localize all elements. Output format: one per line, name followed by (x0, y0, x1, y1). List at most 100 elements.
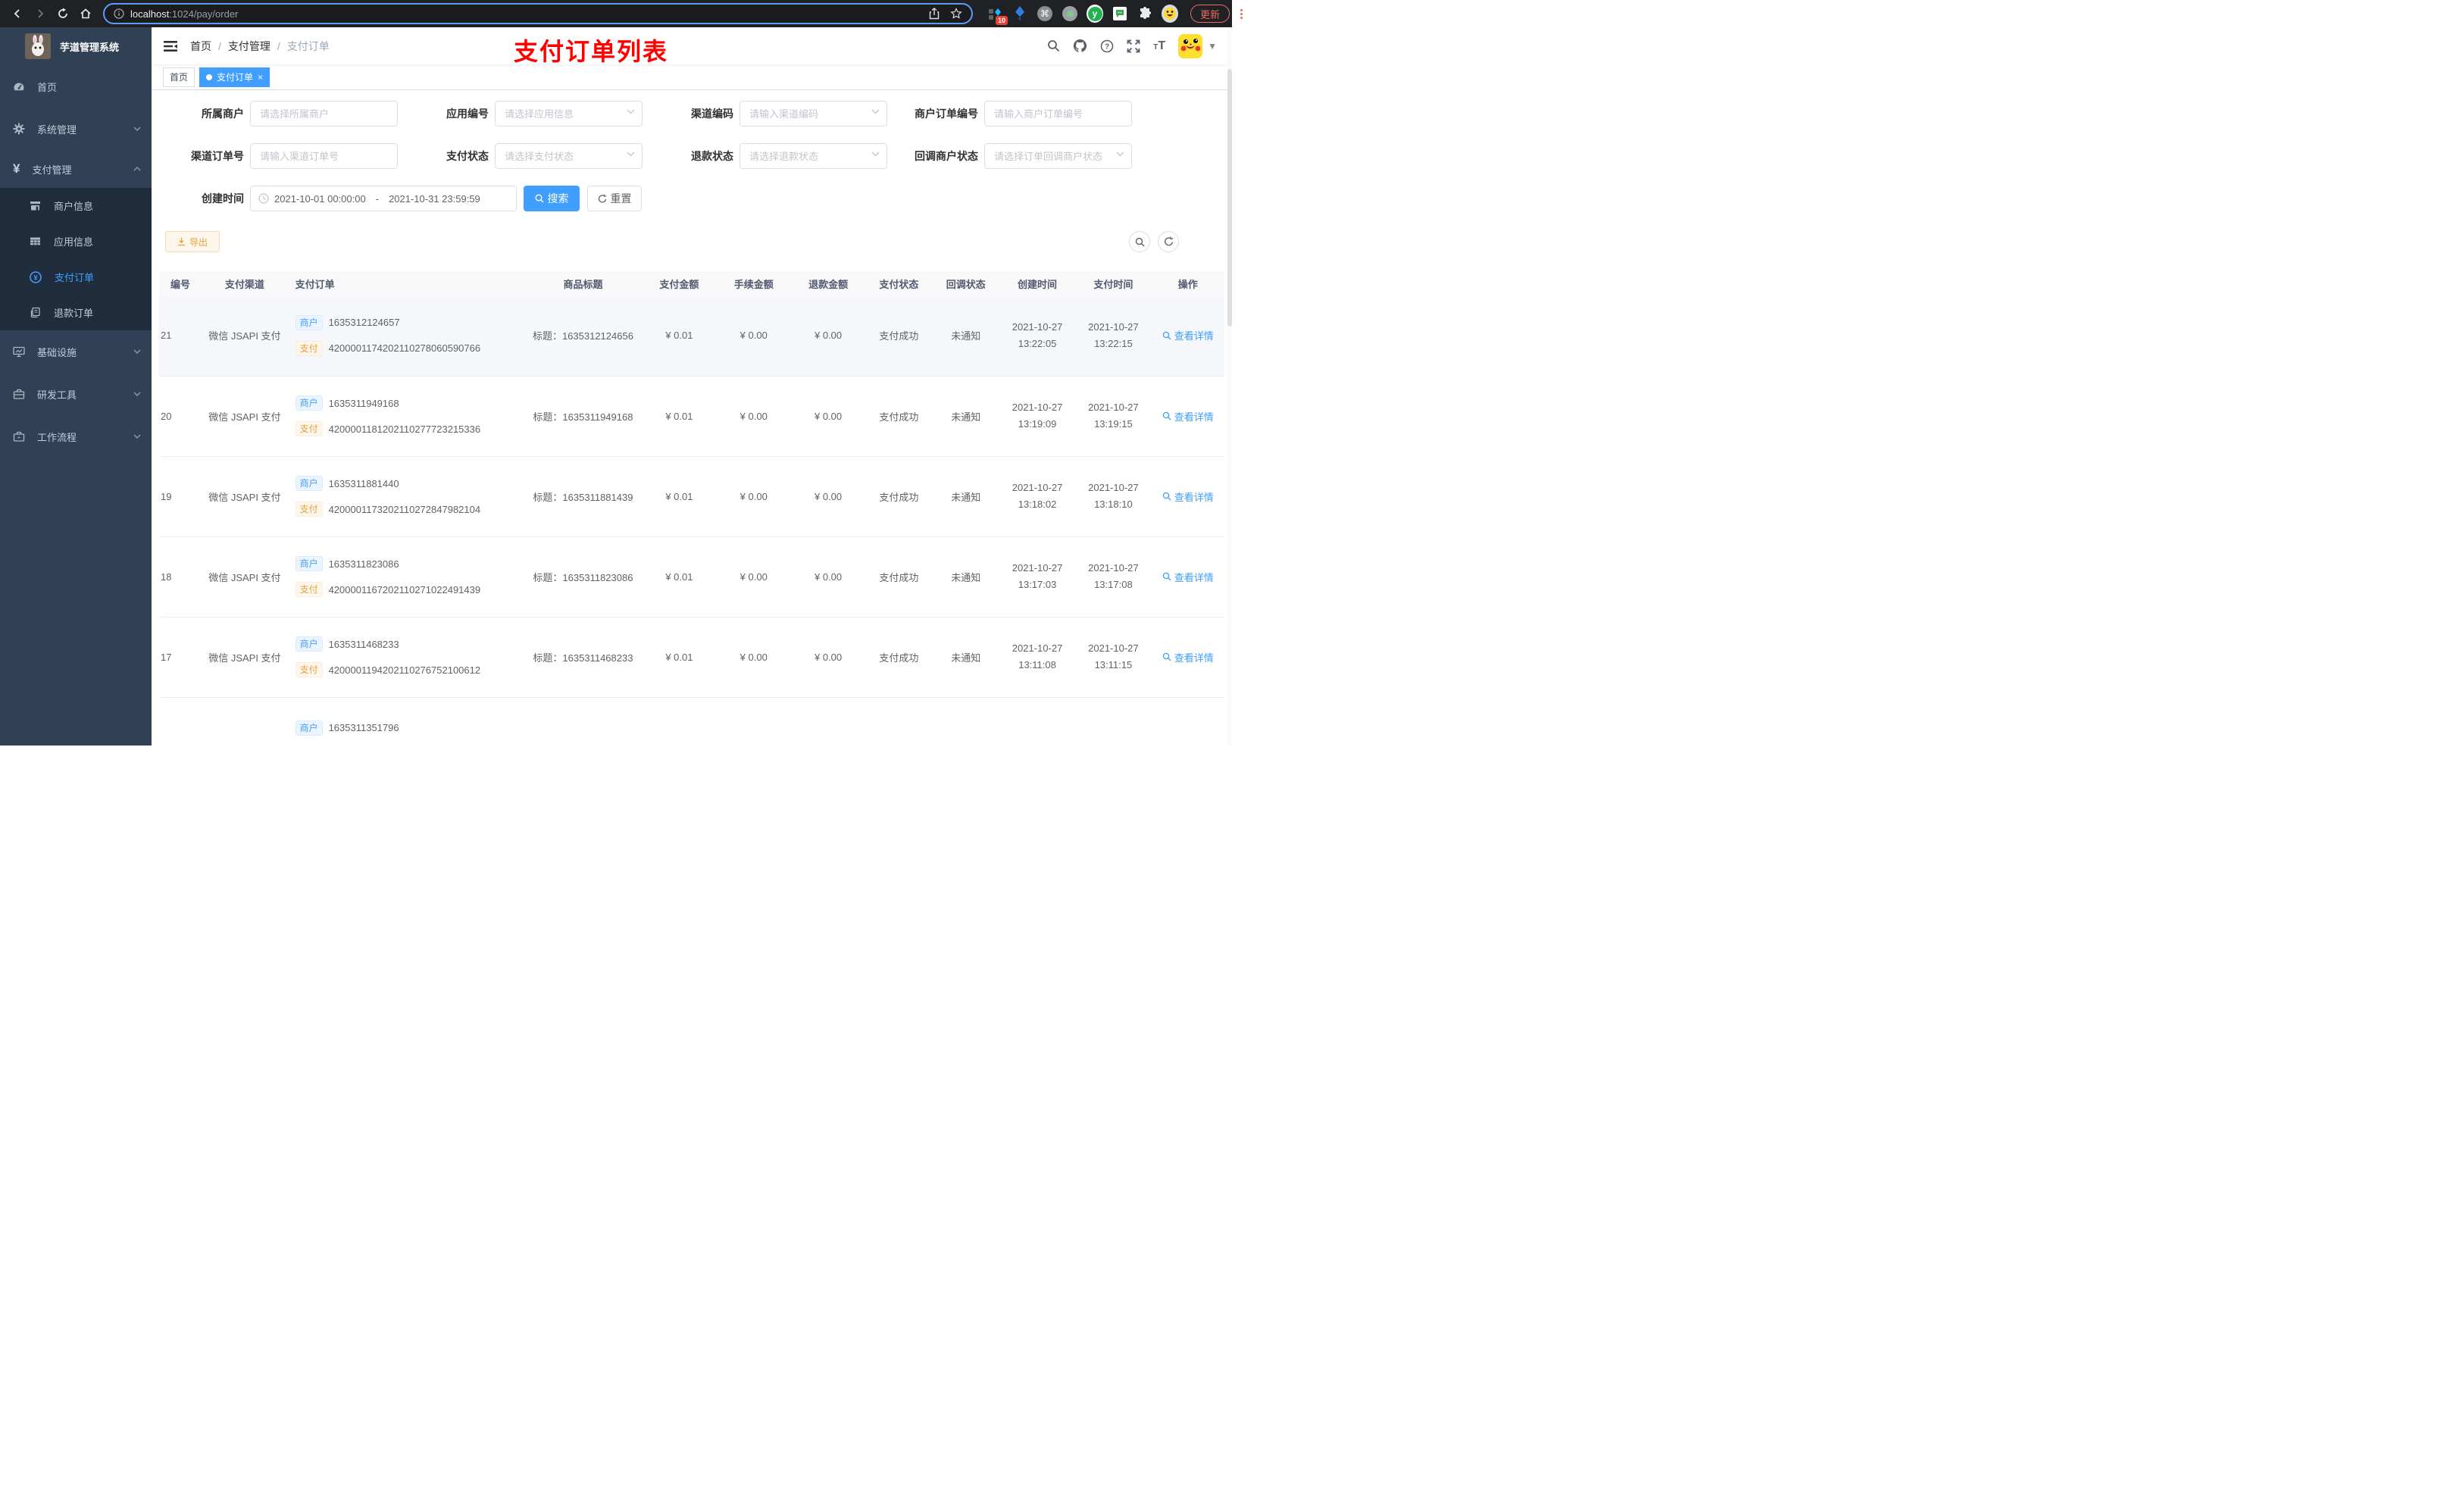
dashboard-icon (13, 80, 25, 92)
table-row[interactable]: 21 微信 JSAPI 支付 商户 1635312124657 支付 42000… (159, 295, 1224, 377)
create-time-range-picker[interactable]: 2021-10-01 00:00:00 - 2021-10-31 23:59:5… (250, 186, 517, 211)
channel-order-no-input[interactable] (250, 143, 398, 169)
command-extension-icon[interactable]: ⌘ (1037, 5, 1053, 22)
dot-extension-icon[interactable] (1062, 5, 1078, 22)
tab-home[interactable]: 首页 (163, 67, 195, 87)
table-row-partial[interactable]: 商户 1635311351796 (159, 697, 1224, 746)
pay-status-select[interactable] (495, 143, 643, 169)
view-detail-link[interactable]: 查看详情 (1162, 328, 1214, 342)
reset-button[interactable]: 重置 (587, 186, 642, 211)
search-button[interactable]: 搜索 (524, 186, 580, 211)
yen-icon: ¥ (13, 161, 20, 176)
table-row[interactable]: 18 微信 JSAPI 支付 商户 1635311823086 支付 42000… (159, 536, 1224, 617)
font-size-icon[interactable]: TT (1153, 39, 1165, 53)
search-icon (1162, 411, 1171, 420)
y-extension-icon[interactable]: y (1087, 5, 1103, 23)
help-icon[interactable]: ? (1100, 39, 1114, 53)
table-row[interactable]: 19 微信 JSAPI 支付 商户 1635311881440 支付 42000… (159, 456, 1224, 537)
browser-menu-icon[interactable] (1240, 8, 1243, 19)
pay-status: 支付成功 (865, 456, 933, 537)
share-icon[interactable] (929, 8, 940, 20)
sidebar-item-refund-order[interactable]: 退款订单 (0, 295, 152, 330)
bookmark-star-icon[interactable] (950, 8, 962, 20)
date-end: 2021-10-31 23:59:59 (389, 192, 480, 205)
view-detail-link[interactable]: 查看详情 (1162, 650, 1214, 664)
filter-refund-status: 退款状态 (655, 143, 899, 169)
view-detail-link[interactable]: 查看详情 (1162, 409, 1214, 424)
view-detail-link[interactable]: 查看详情 (1162, 570, 1214, 584)
scrollbar-thumb[interactable] (1227, 69, 1232, 327)
channel-pay-no: 4200001167202110271022491439 (328, 583, 481, 595)
table-row[interactable]: 20 微信 JSAPI 支付 商户 1635311949168 支付 42000… (159, 376, 1224, 457)
app-id-select[interactable] (495, 101, 643, 127)
breadcrumb-home[interactable]: 首页 (190, 39, 211, 54)
notify-status-select[interactable] (984, 143, 1132, 169)
breadcrumb-payment[interactable]: 支付管理 (228, 39, 270, 54)
app-logo[interactable]: 芋道管理系统 (0, 27, 152, 65)
address-bar[interactable]: localhost:1024/pay/order (103, 3, 973, 24)
pay-tag: 支付 (295, 340, 323, 356)
home-icon[interactable] (76, 4, 95, 23)
merchant-input[interactable] (250, 101, 398, 127)
pay-amount: ¥ 0.01 (642, 456, 717, 537)
merchant-tag: 商户 (295, 476, 323, 491)
pay-amount: ¥ 0.01 (642, 617, 717, 698)
sidebar-item-merchant-info[interactable]: 商户信息 (0, 188, 152, 223)
profile-emoji-icon[interactable] (1162, 5, 1178, 23)
date-start: 2021-10-01 00:00:00 (274, 192, 366, 205)
channel-code-select[interactable] (740, 101, 887, 127)
sidebar-item-app-info[interactable]: 应用信息 (0, 223, 152, 259)
browser-update-button[interactable]: 更新 (1190, 5, 1230, 23)
vertical-scrollbar[interactable] (1227, 27, 1232, 746)
goods-title: 标题：1635311881439 (524, 456, 643, 537)
fullscreen-icon[interactable] (1127, 39, 1140, 53)
refund-amount: ¥ 0.00 (790, 376, 866, 457)
pay-tag: 支付 (295, 421, 323, 436)
refund-status-select[interactable] (740, 143, 887, 169)
monitor-icon (13, 346, 25, 358)
fee-amount: ¥ 0.00 (716, 536, 791, 617)
sidebar-toggle-icon[interactable] (163, 39, 178, 54)
chat-extension-icon[interactable] (1112, 5, 1128, 22)
filter-row-2: 渠道订单号 支付状态 退款状态 回调商户状态 (165, 143, 1224, 169)
merchant-order-no-input[interactable] (984, 101, 1132, 127)
github-icon[interactable] (1073, 39, 1087, 53)
sidebar-item-pay-order[interactable]: ¥ 支付订单 (0, 259, 152, 295)
tab-pay-order[interactable]: 支付订单 × (199, 67, 270, 87)
site-info-icon[interactable] (114, 8, 124, 19)
table-row[interactable]: 17 微信 JSAPI 支付 商户 1635311468233 支付 42000… (159, 617, 1224, 698)
search-icon (1162, 492, 1171, 501)
pay-amount: ¥ 0.01 (642, 376, 717, 457)
filter-pay-status: 支付状态 (410, 143, 655, 169)
back-icon[interactable] (8, 4, 27, 23)
extension-grid-icon[interactable]: 10 (987, 5, 1008, 25)
chevron-down-icon (133, 349, 141, 354)
pay-order-table: 编号 支付渠道 支付订单 商品标题 支付金额 手续金额 退款金额 支付状态 回调… (159, 271, 1224, 746)
search-icon[interactable] (1047, 39, 1060, 52)
extension-badge: 10 (995, 16, 1008, 25)
notify-status: 未通知 (932, 536, 999, 617)
sidebar-item-infrastructure[interactable]: 基础设施 (0, 330, 152, 373)
avatar-pikachu-image (1178, 33, 1203, 58)
sidebar-item-payment[interactable]: ¥ 支付管理 (0, 150, 152, 188)
svg-text:¥: ¥ (33, 274, 37, 281)
sidebar-item-dev-tools[interactable]: 研发工具 (0, 373, 152, 415)
search-icon (1162, 572, 1171, 581)
export-button[interactable]: 导出 (165, 231, 220, 252)
sidebar-item-home[interactable]: 首页 (0, 65, 152, 108)
refresh-table-button[interactable] (1158, 231, 1179, 252)
close-icon[interactable]: × (258, 73, 263, 82)
reload-icon[interactable] (53, 4, 73, 23)
user-avatar-menu[interactable]: ▼ (1178, 33, 1217, 58)
filter-merchant: 所属商户 (165, 101, 410, 127)
goods-title: 标题：1635311468233 (524, 617, 643, 698)
sidebar-item-workflow[interactable]: 工作流程 (0, 415, 152, 458)
chevron-down-icon (133, 127, 141, 131)
puzzle-extensions-icon[interactable] (1137, 5, 1153, 22)
kite-extension-icon[interactable] (1012, 5, 1028, 22)
fee-amount: ¥ 0.00 (716, 376, 791, 457)
toggle-search-button[interactable] (1129, 231, 1150, 252)
forward-icon[interactable] (30, 4, 50, 23)
view-detail-link[interactable]: 查看详情 (1162, 489, 1214, 504)
sidebar-item-system[interactable]: 系统管理 (0, 108, 152, 150)
